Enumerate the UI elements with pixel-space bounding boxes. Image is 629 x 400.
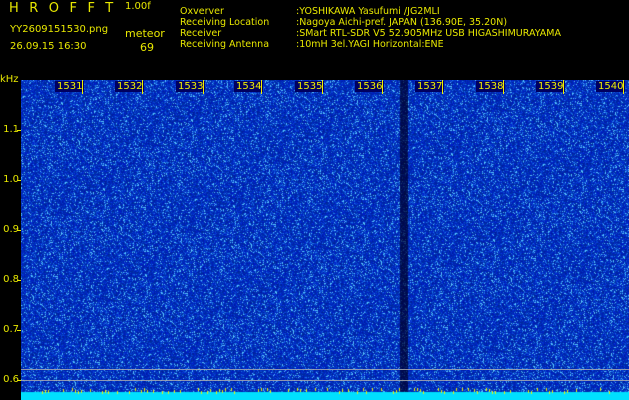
reference-line	[21, 369, 629, 370]
time-tick	[442, 80, 443, 94]
time-tick-label: 1535	[295, 81, 325, 92]
station-info: Oxverver :YOSHIKAWA Yasufumi /JG2MLI Rec…	[180, 6, 561, 50]
time-tick-label: 1531	[55, 81, 85, 92]
info-value: :SMart RTL-SDR V5 52.905MHz USB HIGASHIM…	[296, 28, 561, 39]
time-tick-label: 1539	[536, 81, 566, 92]
info-row-observer: Oxverver :YOSHIKAWA Yasufumi /JG2MLI	[180, 6, 561, 17]
timestamp-label: 26.09.15 16:30	[10, 41, 87, 52]
info-row-antenna: Receiving Antenna :10mH 3el.YAGI Horizon…	[180, 39, 561, 50]
app-title: HROFFT	[9, 1, 124, 16]
info-value: :10mH 3el.YAGI Horizontal:ENE	[296, 39, 444, 50]
meteor-count: 69	[140, 41, 154, 54]
time-tick-label: 1533	[176, 81, 206, 92]
meteor-label: meteor	[125, 27, 165, 40]
time-tick	[322, 80, 323, 94]
frequency-tick	[17, 230, 21, 231]
frequency-tick	[17, 380, 21, 381]
frequency-tick	[17, 280, 21, 281]
time-tick	[623, 80, 624, 94]
frequency-tick	[17, 330, 21, 331]
time-tick-label: 1534	[234, 81, 264, 92]
info-row-receiver: Receiver :SMart RTL-SDR V5 52.905MHz USB…	[180, 28, 561, 39]
time-tick	[142, 80, 143, 94]
reference-line	[21, 380, 629, 381]
time-tick-label: 1536	[355, 81, 385, 92]
info-value: :YOSHIKAWA Yasufumi /JG2MLI	[296, 6, 440, 17]
version-label: 1.00f	[125, 1, 151, 12]
time-tick-label: 1538	[476, 81, 506, 92]
time-tick	[563, 80, 564, 94]
info-key: Receiver	[180, 28, 222, 39]
time-tick	[382, 80, 383, 94]
info-key: Receiving Antenna	[180, 39, 270, 50]
spectrogram-display[interactable]: 1531 1532 1533 1534 1535 1536 1537 1538 1539 1540	[21, 80, 629, 400]
time-tick	[82, 80, 83, 94]
time-tick	[261, 80, 262, 94]
spectrogram-canvas	[21, 80, 629, 400]
filename-label: YY2609151530.png	[10, 24, 109, 35]
time-tick-label: 1540	[596, 81, 626, 92]
time-tick-label: 1537	[415, 81, 445, 92]
time-tick	[503, 80, 504, 94]
frequency-tick	[17, 130, 21, 131]
info-value: :Nagoya Aichi-pref. JAPAN (136.90E, 35.2…	[296, 17, 508, 28]
frequency-unit-label: kHz	[0, 74, 19, 85]
info-key: Receiving Location	[180, 17, 270, 28]
info-key: Oxverver	[180, 6, 224, 17]
time-tick-label: 1532	[115, 81, 145, 92]
frequency-tick	[17, 180, 21, 181]
time-tick	[203, 80, 204, 94]
info-row-location: Receiving Location :Nagoya Aichi-pref. J…	[180, 17, 561, 28]
